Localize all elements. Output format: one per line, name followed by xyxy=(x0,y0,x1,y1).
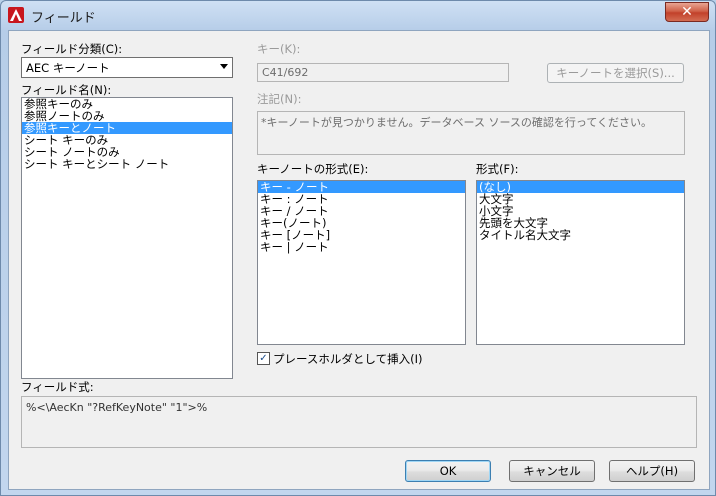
field-dialog: フィールド ✕ フィールド分類(C): AEC キーノート フィールド名(N):… xyxy=(0,0,716,496)
dialog-body: フィールド分類(C): AEC キーノート フィールド名(N): 参照キーのみ参… xyxy=(8,30,710,490)
close-button[interactable]: ✕ xyxy=(665,2,709,22)
field-names-label: フィールド名(N): xyxy=(21,83,112,97)
placeholder-checkbox-label[interactable]: プレースホルダとして挿入(I) xyxy=(273,351,422,367)
field-category-combobox[interactable]: AEC キーノート xyxy=(21,57,233,78)
format-list-item[interactable]: タイトル名大文字 xyxy=(477,229,684,241)
keynote-format-list-item[interactable]: キー | ノート xyxy=(258,241,465,253)
field-expression-label: フィールド式: xyxy=(21,380,94,394)
placeholder-checkbox[interactable]: ✓ xyxy=(257,352,270,365)
field-category-label: フィールド分類(C): xyxy=(21,42,123,56)
key-value: C41/692 xyxy=(262,66,309,79)
field-category-value: AEC キーノート xyxy=(26,61,110,75)
field-names-listbox[interactable]: 参照キーのみ 参照ノートのみ 参照キーとノート シート キーのみ シート ノートのみ シー… xyxy=(21,97,233,379)
key-field[interactable]: C41/692 xyxy=(257,63,509,82)
keynote-format-listbox[interactable]: キー - ノート キー : ノート キー / ノート キー(ノート) キー [ノート] キ… xyxy=(257,180,466,345)
window-title: フィールド xyxy=(31,11,96,26)
note-label: 注記(N): xyxy=(257,92,302,106)
note-field[interactable]: *キーノートが見つかりません。データベース ソースの確認を行ってください。 xyxy=(257,111,685,155)
keynote-format-label: キーノートの形式(E): xyxy=(257,162,369,176)
field-expression-box[interactable]: %<\AecKn "?RefKeyNote" "1">% xyxy=(21,396,697,448)
key-label: キー(K): xyxy=(257,42,301,56)
help-button[interactable]: ヘルプ(H) xyxy=(609,460,695,482)
format-label: 形式(F): xyxy=(476,162,519,176)
field-name-list-item[interactable]: シート キーとシート ノート xyxy=(22,158,232,170)
cancel-button[interactable]: キャンセル xyxy=(509,460,595,482)
autocad-app-icon xyxy=(8,7,24,23)
chevron-down-icon[interactable] xyxy=(220,64,228,69)
select-keynote-button[interactable]: キーノートを選択(S)... xyxy=(547,63,684,83)
format-listbox[interactable]: (なし) 大文字 小文字 先頭を大文字 タイトル名大文字 xyxy=(476,180,685,345)
ok-button[interactable]: OK xyxy=(405,460,491,482)
title-bar[interactable]: フィールド ✕ xyxy=(1,1,715,29)
note-value: *キーノートが見つかりません。データベース ソースの確認を行ってください。 xyxy=(261,116,653,129)
field-expression-value: %<\AecKn "?RefKeyNote" "1">% xyxy=(26,401,208,414)
